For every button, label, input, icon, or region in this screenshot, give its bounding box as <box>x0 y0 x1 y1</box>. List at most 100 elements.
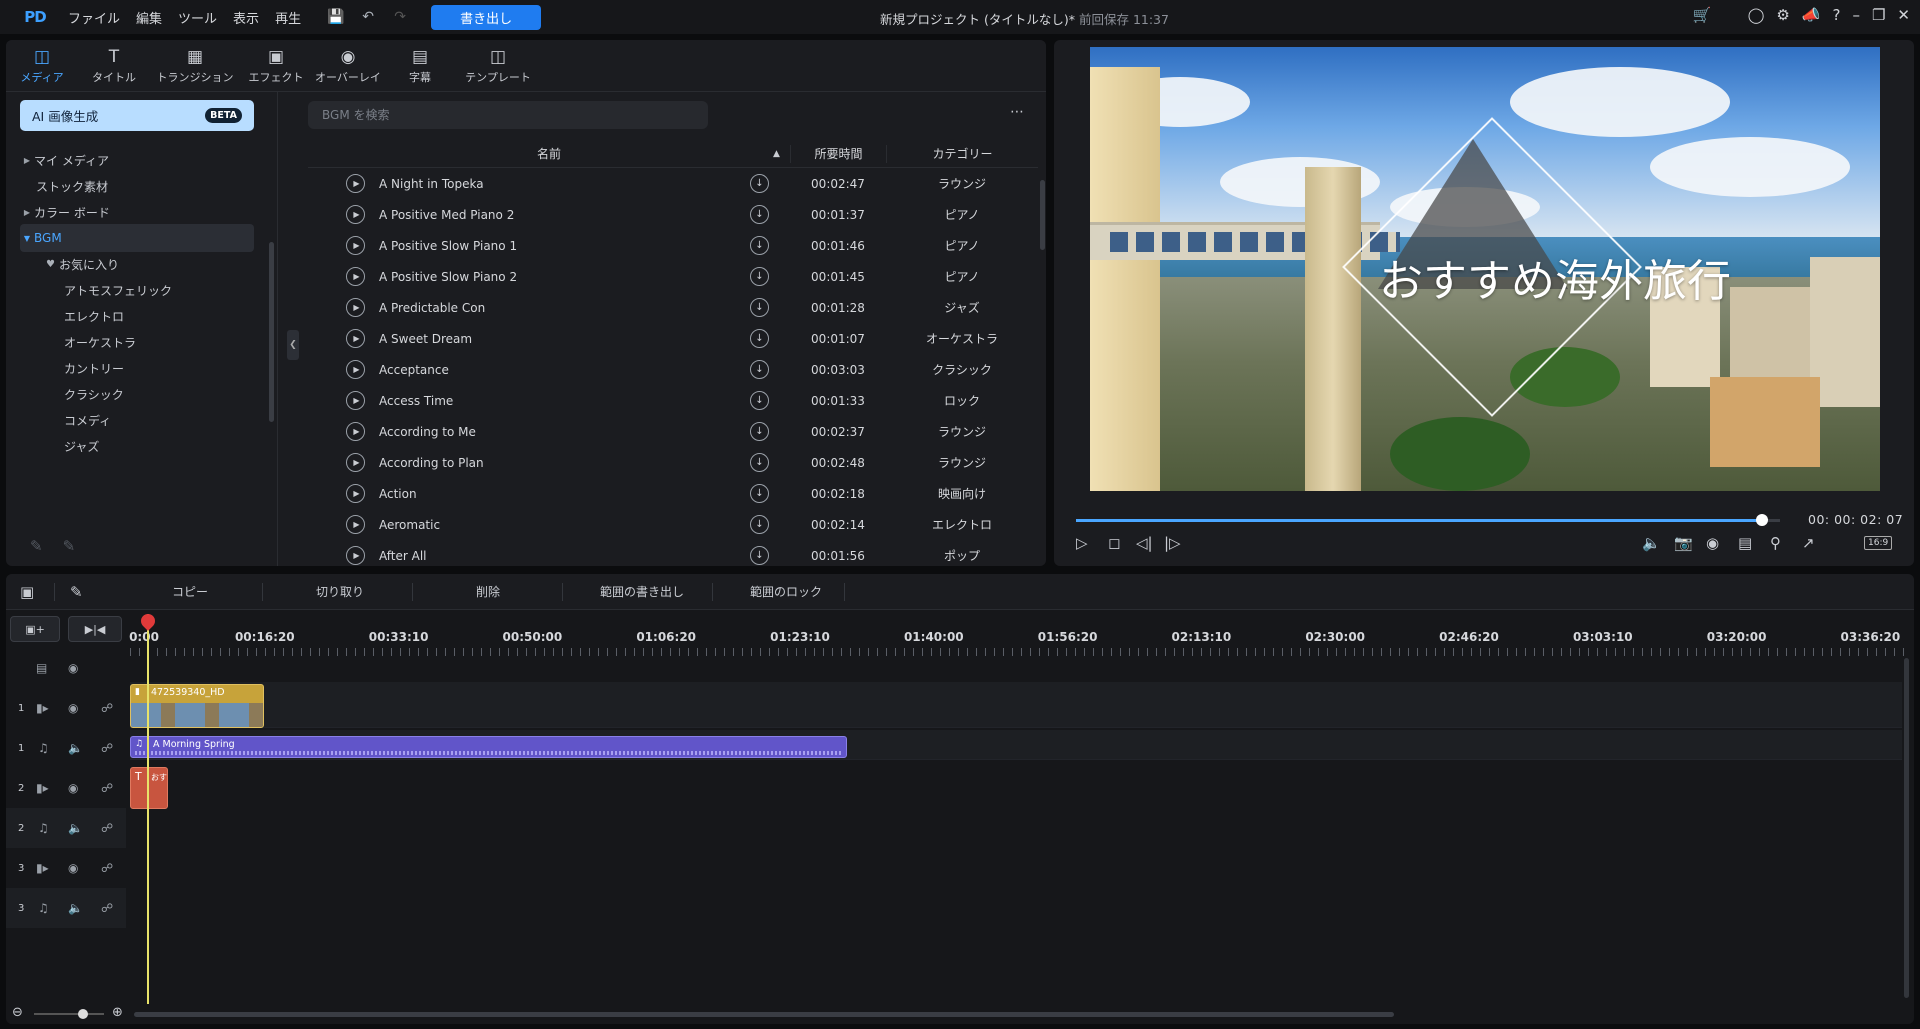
render-preview-icon[interactable]: ◉ <box>1706 534 1719 552</box>
sidebar-item-classic[interactable]: クラシック <box>20 380 254 408</box>
download-icon[interactable]: ↓ <box>750 391 769 410</box>
minimize-icon[interactable]: – <box>1852 6 1860 24</box>
eye-icon[interactable]: ◉ <box>68 781 78 795</box>
table-row[interactable]: ▶ A Positive Slow Piano 1 ↓ 00:01:46 ピアノ <box>308 230 1038 261</box>
search-input[interactable] <box>308 101 708 129</box>
video-track-1-lane[interactable] <box>130 682 1902 728</box>
volume-icon[interactable]: 🔈 <box>1642 534 1661 552</box>
speaker-icon[interactable]: 🔈 <box>68 821 83 835</box>
zoom-in-icon[interactable]: ⊕ <box>112 1005 123 1020</box>
play-preview-icon[interactable]: ▶ <box>346 205 365 224</box>
table-row[interactable]: ▶ Action ↓ 00:02:18 映画向け <box>308 478 1038 509</box>
menu-file[interactable]: ファイル <box>68 8 120 27</box>
restore-icon[interactable]: ❐ <box>1872 6 1885 24</box>
column-duration[interactable]: 所要時間 <box>790 144 886 163</box>
play-icon[interactable]: ▷ <box>1076 534 1088 552</box>
eye-icon[interactable]: ◉ <box>68 701 78 715</box>
lock-icon[interactable]: ☍ <box>101 701 113 715</box>
table-row[interactable]: ▶ A Night in Topeka ↓ 00:02:47 ラウンジ <box>308 168 1038 199</box>
table-row[interactable]: ▶ After All ↓ 00:01:56 ポップ <box>308 540 1038 566</box>
tab-media[interactable]: ◫ メディア <box>6 40 78 92</box>
timeline-ruler[interactable]: 0:00 00:16:20 00:33:10 00:50:00 01:06:20 01:2… <box>129 614 1914 658</box>
sort-ascending-icon[interactable]: ▲ <box>773 149 780 159</box>
column-category[interactable]: カテゴリー <box>886 144 1038 163</box>
download-icon[interactable]: ↓ <box>750 236 769 255</box>
save-icon[interactable]: 💾 <box>327 9 345 25</box>
list-scrollbar[interactable] <box>1040 180 1045 250</box>
sidebar-item-comedy[interactable]: コメディ <box>20 406 254 434</box>
zoom-out-icon[interactable]: ⊖ <box>12 1005 23 1020</box>
zoom-icon[interactable]: ⚲ <box>1770 534 1781 552</box>
video-clip[interactable]: ▮ 472539340_HD <box>130 684 264 728</box>
expand-icon[interactable]: ▶ <box>20 156 34 165</box>
edit-tool-icon[interactable]: ✎ <box>70 583 83 601</box>
audio-clip[interactable]: ♫ A Morning Spring <box>130 736 847 758</box>
table-row[interactable]: ▶ According to Plan ↓ 00:02:48 ラウンジ <box>308 447 1038 478</box>
column-name[interactable]: 名前 <box>308 145 790 162</box>
sidebar-item-favorites[interactable]: ♥ お気に入り <box>20 250 254 278</box>
zoom-slider-knob[interactable] <box>78 1009 88 1019</box>
sidebar-item-stock[interactable]: ストック素材 <box>20 172 254 200</box>
download-icon[interactable]: ↓ <box>750 546 769 565</box>
timeline-horizontal-scrollbar[interactable] <box>134 1012 1394 1017</box>
lock-icon[interactable]: ☍ <box>101 741 113 755</box>
help-icon[interactable]: ? <box>1833 6 1841 24</box>
lock-icon[interactable]: ☍ <box>101 861 113 875</box>
export-button[interactable]: 書き出し <box>431 4 542 30</box>
table-row[interactable]: ▶ A Sweet Dream ↓ 00:01:07 オーケストラ <box>308 323 1038 354</box>
redo-icon[interactable]: ↷ <box>391 9 409 25</box>
play-preview-icon[interactable]: ▶ <box>346 484 365 503</box>
add-track-button[interactable]: ▣+ <box>10 616 60 642</box>
menu-playback[interactable]: 再生 <box>275 8 301 27</box>
expand-icon[interactable]: ▶ <box>20 208 34 217</box>
menu-view[interactable]: 表示 <box>233 8 259 27</box>
lock-icon[interactable]: ☍ <box>101 781 113 795</box>
lock-icon[interactable]: ☍ <box>101 821 113 835</box>
tab-subtitle[interactable]: ▤ 字幕 <box>384 40 456 92</box>
play-preview-icon[interactable]: ▶ <box>346 174 365 193</box>
tab-template[interactable]: ◫ テンプレート <box>456 40 540 92</box>
subtitle-toggle-icon[interactable]: ▤ <box>1738 534 1752 552</box>
table-row[interactable]: ▶ A Positive Med Piano 2 ↓ 00:01:37 ピアノ <box>308 199 1038 230</box>
undock-icon[interactable]: ↗ <box>1802 534 1815 552</box>
tag-add-icon[interactable]: ✎ <box>30 537 43 555</box>
download-icon[interactable]: ↓ <box>750 484 769 503</box>
close-icon[interactable]: ✕ <box>1897 6 1910 24</box>
table-row[interactable]: ▶ Aeromatic ↓ 00:02:14 エレクトロ <box>308 509 1038 540</box>
preview-progress-bar[interactable] <box>1076 514 1780 526</box>
progress-knob[interactable] <box>1756 514 1769 526</box>
play-preview-icon[interactable]: ▶ <box>346 453 365 472</box>
sidebar-item-country[interactable]: カントリー <box>20 354 254 382</box>
ai-image-button[interactable]: AI 画像生成 BETA <box>20 100 254 131</box>
next-frame-icon[interactable]: |▷ <box>1164 534 1181 552</box>
lock-icon[interactable]: ☍ <box>101 901 113 915</box>
download-icon[interactable]: ↓ <box>750 360 769 379</box>
speaker-icon[interactable]: 🔈 <box>68 901 83 915</box>
download-icon[interactable]: ↓ <box>750 453 769 472</box>
download-icon[interactable]: ↓ <box>750 329 769 348</box>
undo-icon[interactable]: ↶ <box>359 9 377 25</box>
playhead[interactable] <box>147 614 149 1024</box>
sidebar-item-bgm[interactable]: ▼ BGM <box>20 224 254 252</box>
more-options-icon[interactable]: ⋯ <box>1010 104 1024 120</box>
menu-tools[interactable]: ツール <box>178 8 217 27</box>
play-preview-icon[interactable]: ▶ <box>346 515 365 534</box>
account-icon[interactable]: ◯ <box>1748 6 1765 24</box>
collapse-icon[interactable]: ▼ <box>20 234 34 243</box>
download-icon[interactable]: ↓ <box>750 422 769 441</box>
settings-icon[interactable]: ⚙ <box>1776 6 1789 24</box>
aspect-ratio-badge[interactable]: 16:9 <box>1864 536 1893 550</box>
tab-effect[interactable]: ▣ エフェクト <box>240 40 312 92</box>
cart-icon[interactable]: 🛒 <box>1693 6 1712 24</box>
play-preview-icon[interactable]: ▶ <box>346 267 365 286</box>
eye-icon[interactable]: ◉ <box>68 861 78 875</box>
sidebar-item-jazz[interactable]: ジャズ <box>20 432 254 460</box>
lock-range-button[interactable]: 範囲のロック <box>750 583 822 600</box>
download-icon[interactable]: ↓ <box>750 174 769 193</box>
tab-title[interactable]: T タイトル <box>78 40 150 92</box>
play-preview-icon[interactable]: ▶ <box>346 329 365 348</box>
previous-frame-icon[interactable]: ◁| <box>1136 534 1153 552</box>
table-row[interactable]: ▶ A Positive Slow Piano 2 ↓ 00:01:45 ピアノ <box>308 261 1038 292</box>
table-row[interactable]: ▶ According to Me ↓ 00:02:37 ラウンジ <box>308 416 1038 447</box>
download-icon[interactable]: ↓ <box>750 267 769 286</box>
